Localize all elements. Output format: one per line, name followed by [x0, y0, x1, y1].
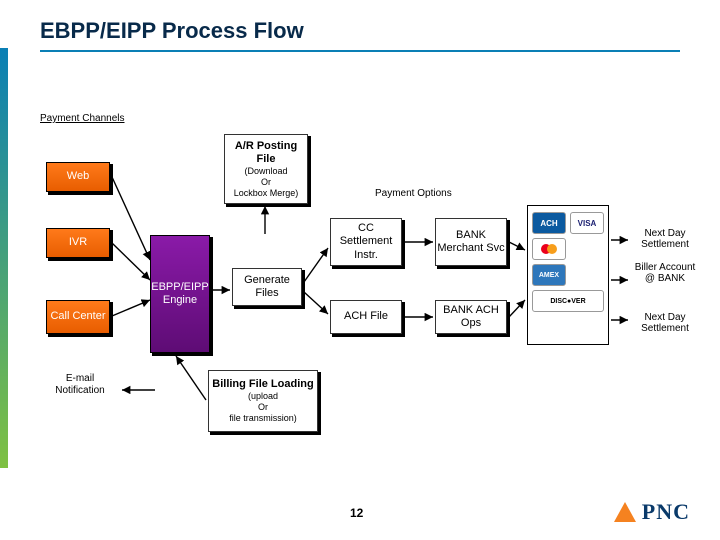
logo-visa: VISA	[570, 212, 604, 234]
ar-sub: (Download Or Lockbox Merge)	[234, 166, 299, 198]
logo-empty	[570, 238, 604, 260]
billing-file-loading: Billing File Loading (upload Or file tra…	[208, 370, 318, 432]
note-next-day-2: Next Day Settlement	[630, 312, 700, 334]
billing-title: Billing File Loading	[212, 378, 313, 391]
cc-settlement-instr: CC Settlement Instr.	[330, 218, 402, 266]
billing-sub: (upload Or file transmission)	[229, 391, 297, 423]
logo-empty2	[570, 264, 604, 286]
logo-discover: DISC●VER	[532, 290, 604, 312]
logo-mastercard	[532, 238, 566, 260]
bank-ach-ops: BANK ACH Ops	[435, 300, 507, 334]
channel-ivr: IVR	[46, 228, 110, 258]
note-biller-account: Biller Account @ BANK	[630, 262, 700, 284]
channel-web: Web	[46, 162, 110, 192]
section-payment-options: Payment Options	[375, 188, 452, 199]
note-next-day-1: Next Day Settlement	[630, 228, 700, 250]
ar-posting-file: A/R Posting File (Download Or Lockbox Me…	[224, 134, 308, 204]
slide-accent-bar	[0, 48, 8, 468]
pnc-text: PNC	[642, 499, 690, 525]
pnc-logo: PNC	[614, 499, 690, 525]
section-payment-channels: Payment Channels	[40, 113, 125, 124]
bank-merchant-svc: BANK Merchant Svc	[435, 218, 507, 266]
ebpp-eipp-engine: EBPP/EIPP Engine	[150, 235, 210, 353]
flow-arrows	[0, 0, 720, 540]
channel-email: E-mail Notification	[40, 370, 120, 400]
ar-title: A/R Posting File	[225, 140, 307, 166]
logo-amex: AMEX	[532, 264, 566, 286]
logo-ach: ACH	[532, 212, 566, 234]
ach-file: ACH File	[330, 300, 402, 334]
pnc-triangle-icon	[614, 502, 636, 522]
card-logos: ACH VISA AMEX DISC●VER	[532, 212, 604, 312]
slide-title: EBPP/EIPP Process Flow	[40, 18, 304, 44]
generate-files: Generate Files	[232, 268, 302, 306]
title-underline	[40, 50, 680, 52]
channel-call-center: Call Center	[46, 300, 110, 334]
page-number: 12	[350, 506, 363, 520]
